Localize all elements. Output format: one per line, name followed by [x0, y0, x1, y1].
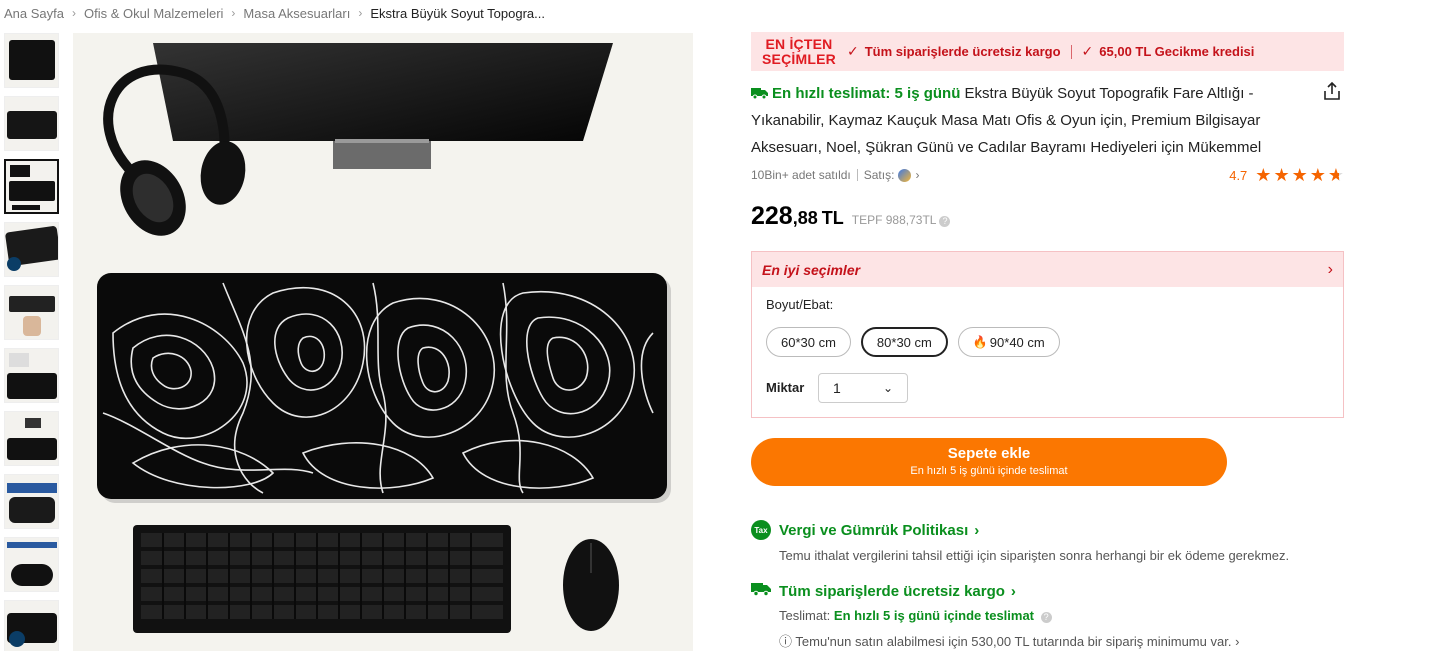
- size-option-90x40[interactable]: 🔥 90*40 cm: [957, 327, 1060, 357]
- breadcrumb-separator-icon: ›: [358, 6, 363, 20]
- info-icon: ⓘ: [779, 634, 793, 649]
- sales-rating-row: 10Bin+ adet satıldı Satış: › 4.7 ★ ★ ★ ★…: [751, 165, 1344, 185]
- breadcrumb-separator-icon: ›: [231, 6, 236, 20]
- free-shipping-promo: ✓ Tüm siparişlerde ücretsiz kargo: [847, 43, 1061, 59]
- thumbnail[interactable]: [4, 600, 59, 651]
- delivery-info: Teslimat: En hızlı 5 iş günü içinde tesl…: [779, 608, 1344, 623]
- promo-banner[interactable]: EN İÇTEN SEÇİMLER ✓ Tüm siparişlerde ücr…: [751, 32, 1344, 71]
- breadcrumb-desk-accessories[interactable]: Masa Aksesuarları: [243, 6, 350, 21]
- tax-icon: Tax: [751, 520, 771, 540]
- breadcrumb-home[interactable]: Ana Sayfa: [4, 6, 64, 21]
- chevron-right-icon: ›: [1010, 582, 1016, 600]
- shipping-policy[interactable]: Tüm siparişlerde ücretsiz kargo › Teslim…: [751, 582, 1344, 650]
- thumbnail[interactable]: [4, 96, 59, 151]
- price: 228 ,88 TL TEPF 988,73TL ?: [751, 202, 951, 231]
- best-choices-header[interactable]: En iyi seçimler ›: [752, 252, 1343, 287]
- thumbnail[interactable]: [4, 474, 59, 529]
- product-title: En hızlı teslimat: 5 iş günü Ekstra Büyü…: [751, 80, 1311, 161]
- seller-label: Satış:: [863, 168, 895, 182]
- delivery-truck-icon: [751, 582, 771, 600]
- delivery-truck-icon: [751, 81, 768, 100]
- breadcrumb-office-supplies[interactable]: Ofis & Okul Malzemeleri: [84, 6, 223, 21]
- thumbnail[interactable]: [4, 222, 59, 277]
- star-half-icon: ★: [1327, 165, 1344, 185]
- checkmark-icon: ✓: [847, 43, 859, 59]
- min-order-info[interactable]: ⓘ Temu'nun satın alabilmesi için 530,00 …: [779, 631, 1344, 650]
- chevron-down-icon: ⌄: [882, 381, 893, 395]
- star-icon: ★: [1273, 165, 1290, 185]
- chevron-right-icon: ›: [974, 521, 980, 539]
- rating[interactable]: 4.7 ★ ★ ★ ★ ★: [1229, 166, 1344, 184]
- thumbnail-strip: [4, 33, 60, 651]
- chevron-right-icon: ›: [1235, 634, 1240, 649]
- size-options: 60*30 cm 80*30 cm 🔥 90*40 cm: [766, 327, 1060, 357]
- breadcrumb-current: Ekstra Büyük Soyut Topogra...: [370, 5, 545, 21]
- tax-description: Temu ithalat vergilerini tahsil ettiği i…: [779, 548, 1290, 563]
- best-picks-logo: EN İÇTEN SEÇİMLER: [762, 35, 836, 67]
- breadcrumb-separator-icon: ›: [72, 6, 76, 20]
- fast-delivery-label: En hızlı teslimat: 5 iş günü: [772, 85, 961, 102]
- price-integer: 228: [751, 202, 793, 230]
- fire-icon: 🔥: [972, 335, 988, 349]
- chevron-right-icon[interactable]: ›: [915, 168, 919, 182]
- thumbnail[interactable]: [4, 348, 59, 403]
- sold-count: 10Bin+ adet satıldı: [751, 168, 851, 182]
- rating-value: 4.7: [1229, 167, 1248, 183]
- info-icon[interactable]: ?: [939, 216, 951, 227]
- breadcrumb: Ana Sayfa › Ofis & Okul Malzemeleri › Ma…: [4, 4, 545, 22]
- thumbnail[interactable]: [4, 537, 59, 592]
- delay-credit-promo: ✓ 65,00 TL Gecikme kredisi: [1081, 43, 1255, 59]
- product-main-image[interactable]: [73, 33, 693, 651]
- star-icon: ★: [1291, 165, 1308, 185]
- thumbnail-active[interactable]: [4, 159, 59, 214]
- price-decimal: ,88: [792, 208, 818, 228]
- price-currency: TL: [821, 208, 844, 228]
- thumbnail[interactable]: [4, 411, 59, 466]
- divider: [856, 169, 858, 181]
- seller-avatar[interactable]: [898, 168, 912, 182]
- share-icon[interactable]: [1321, 80, 1343, 102]
- info-icon[interactable]: ?: [1040, 612, 1052, 623]
- thumbnail[interactable]: [4, 285, 59, 340]
- quantity-select[interactable]: 1 ⌄: [818, 373, 908, 403]
- reference-price: TEPF 988,73TL: [851, 213, 937, 227]
- checkmark-icon: ✓: [1081, 43, 1094, 59]
- add-to-cart-button[interactable]: Sepete ekle En hızlı 5 iş günü içinde te…: [751, 438, 1227, 486]
- thumbnail[interactable]: [4, 33, 59, 88]
- quantity-label: Miktar: [766, 380, 805, 395]
- star-icon: ★: [1255, 165, 1272, 185]
- tax-policy[interactable]: Tax Vergi ve Gümrük Politikası › Temu it…: [751, 520, 1344, 563]
- star-icon: ★: [1309, 165, 1326, 185]
- size-option-60x30[interactable]: 60*30 cm: [766, 327, 851, 357]
- size-option-80x30[interactable]: 80*30 cm: [860, 327, 948, 357]
- options-panel: En iyi seçimler › Boyut/Ebat: 60*30 cm 8…: [751, 251, 1344, 418]
- size-label: Boyut/Ebat:: [766, 297, 834, 312]
- banner-divider: [1070, 44, 1072, 59]
- chevron-right-icon: ›: [1327, 260, 1333, 278]
